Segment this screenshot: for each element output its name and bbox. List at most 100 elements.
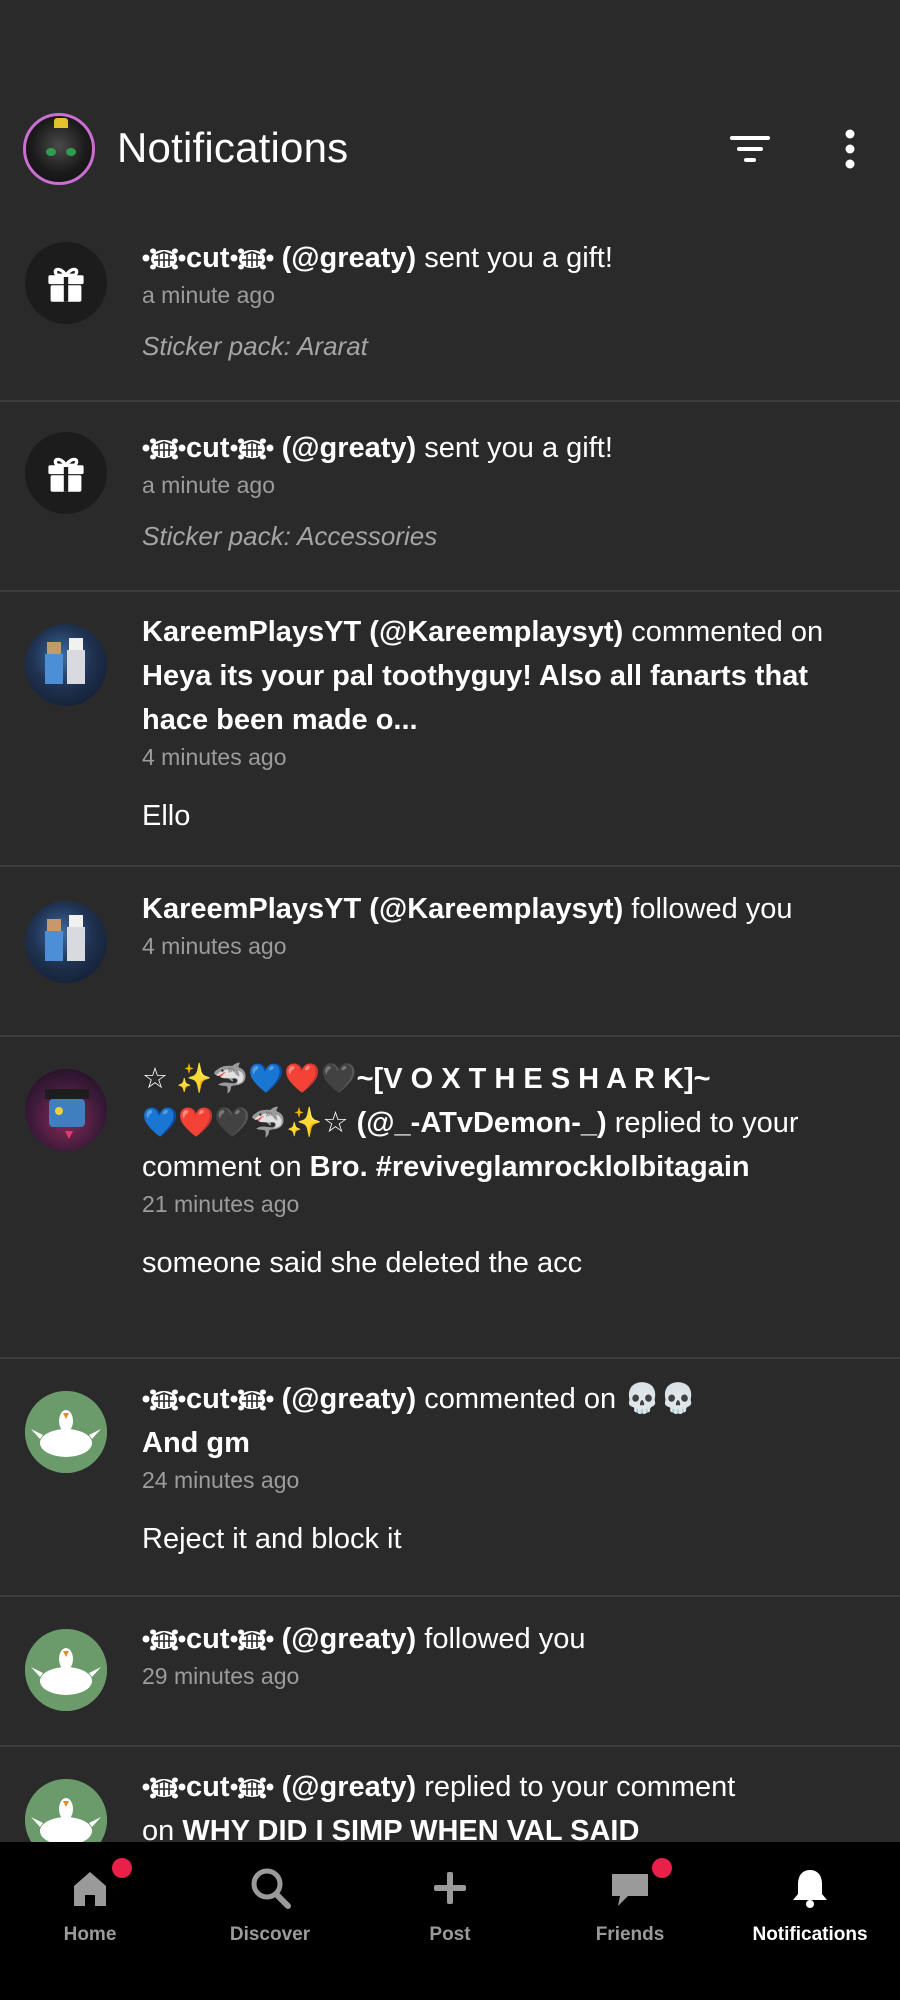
tab-post[interactable]: Post — [360, 1842, 540, 2000]
tab-label: Post — [429, 1924, 471, 1945]
tab-discover[interactable]: Discover — [180, 1842, 360, 2000]
action-text: on — [142, 1815, 175, 1842]
user-name-link[interactable]: cut — [186, 1771, 230, 1803]
notification-text: ☆ ✨🦈💙❤️🖤~[V O X T H E S H A R K]~ 💙❤️🖤🦈✨… — [142, 1057, 860, 1189]
action-text: commented on — [424, 1383, 617, 1415]
action-text: followed you — [631, 893, 793, 925]
turtle-icon — [142, 1774, 186, 1800]
filter-icon[interactable] — [728, 133, 772, 165]
user-avatar[interactable] — [25, 624, 107, 706]
user-name-link[interactable]: cut — [186, 1623, 230, 1655]
tab-label: Friends — [595, 1924, 665, 1945]
user-name-link[interactable]: KareemPlaysYT (@Kareemplaysyt) — [142, 616, 623, 648]
user-name-link[interactable]: ☆ ✨🦈💙❤️🖤~[V O X T H E S H A R K]~ — [142, 1063, 711, 1095]
user-avatar[interactable] — [25, 1629, 107, 1711]
more-options-icon[interactable] — [836, 128, 864, 170]
gift-avatar[interactable] — [25, 432, 107, 514]
comment-text: Ello — [142, 800, 191, 832]
action-text: sent you a gift! — [424, 432, 613, 464]
notification-text: KareemPlaysYT (@Kareemplaysyt) followed … — [142, 887, 860, 931]
bell-icon — [793, 1870, 827, 1908]
turtle-icon — [142, 435, 186, 461]
notification-item[interactable]: cut (@greaty) sent you a gift! a minute … — [0, 402, 900, 592]
notification-text: cut (@greaty) commented on 💀💀 And gm — [142, 1377, 860, 1465]
turtle-icon — [230, 435, 274, 461]
post-title-link[interactable]: WHY DID I SIMP WHEN VAL SAID — [182, 1815, 639, 1842]
notification-text: cut (@greaty) sent you a gift! — [142, 426, 860, 470]
tab-notifications[interactable]: Notifications — [720, 1842, 900, 2000]
gift-avatar[interactable] — [25, 242, 107, 324]
notification-badge — [112, 1858, 132, 1878]
user-handle[interactable]: (@greaty) — [282, 1383, 417, 1415]
post-title-link[interactable]: Bro. #reviveglamrocklolbitagain — [310, 1151, 750, 1183]
avatar-image — [45, 915, 85, 961]
user-avatar[interactable] — [25, 901, 107, 983]
notification-item[interactable]: KareemPlaysYT (@Kareemplaysyt) commented… — [0, 592, 900, 867]
notification-badge — [652, 1858, 672, 1878]
turtle-icon — [230, 1386, 274, 1412]
notification-text: cut (@greaty) followed you — [142, 1617, 860, 1661]
tab-label: Discover — [229, 1924, 311, 1945]
post-title-link[interactable]: Heya its your pal toothyguy! Also all fa… — [142, 660, 808, 736]
goose-avatar-image — [25, 1391, 107, 1473]
turtle-icon — [142, 1626, 186, 1652]
user-handle[interactable]: (@greaty) — [282, 1623, 417, 1655]
profile-avatar[interactable] — [23, 113, 95, 185]
chat-icon — [612, 1874, 648, 1906]
notification-item[interactable]: cut (@greaty) replied to your comment on… — [0, 1747, 900, 1842]
avatar-image — [45, 1089, 89, 1139]
tab-home[interactable]: Home — [0, 1842, 180, 2000]
tab-label: Home — [63, 1924, 117, 1945]
user-handle[interactable]: 💙❤️🖤🦈✨☆ (@_-ATvDemon-_) — [142, 1107, 607, 1139]
timestamp: 4 minutes ago — [142, 744, 287, 770]
notification-item[interactable]: cut (@greaty) sent you a gift! a minute … — [0, 212, 900, 402]
user-avatar[interactable] — [25, 1069, 107, 1151]
skull-emoji: 💀💀 — [624, 1383, 697, 1415]
user-handle[interactable]: (@greaty) — [282, 242, 417, 274]
notification-item[interactable]: cut (@greaty) followed you 29 minutes ag… — [0, 1597, 900, 1747]
turtle-icon — [230, 1774, 274, 1800]
timestamp: a minute ago — [142, 282, 275, 308]
user-handle[interactable]: (@greaty) — [282, 1771, 417, 1803]
tab-label: Notifications — [752, 1924, 868, 1945]
user-handle[interactable]: (@greaty) — [282, 432, 417, 464]
action-text: commented on — [631, 616, 824, 648]
app-header: Notifications — [0, 0, 900, 212]
user-avatar[interactable] — [25, 1391, 107, 1473]
goose-avatar-image — [25, 1629, 107, 1711]
avatar-image — [45, 638, 85, 684]
action-text: followed you — [424, 1623, 586, 1655]
timestamp: a minute ago — [142, 472, 275, 498]
bottom-tab-bar: Home Discover Post Friends Notifications — [0, 1842, 900, 2000]
turtle-icon — [142, 245, 186, 271]
timestamp: 4 minutes ago — [142, 933, 287, 959]
tab-friends[interactable]: Friends — [540, 1842, 720, 2000]
avatar-crown — [54, 118, 68, 128]
timestamp: 29 minutes ago — [142, 1663, 300, 1689]
home-icon — [74, 1872, 106, 1906]
notification-text: cut (@greaty) sent you a gift! — [142, 236, 860, 280]
user-name-link[interactable]: cut — [186, 242, 230, 274]
turtle-icon — [230, 1626, 274, 1652]
comment-text: someone said she deleted the acc — [142, 1247, 583, 1279]
notification-item[interactable]: cut (@greaty) commented on 💀💀 And gm 24 … — [0, 1359, 900, 1597]
user-avatar[interactable] — [25, 1779, 107, 1842]
notification-item[interactable]: ☆ ✨🦈💙❤️🖤~[V O X T H E S H A R K]~ 💙❤️🖤🦈✨… — [0, 1037, 900, 1359]
action-text: sent you a gift! — [424, 242, 613, 274]
comment-text: Reject it and block it — [142, 1523, 402, 1555]
notification-item[interactable]: KareemPlaysYT (@Kareemplaysyt) followed … — [0, 867, 900, 1037]
gift-detail: Sticker pack: Accessories — [142, 521, 438, 551]
user-name-link[interactable]: cut — [186, 432, 230, 464]
gift-icon — [44, 261, 88, 305]
user-name-link[interactable]: cut — [186, 1383, 230, 1415]
gift-detail: Sticker pack: Ararat — [142, 331, 368, 361]
post-title-link[interactable]: And gm — [142, 1427, 250, 1459]
user-name-link[interactable]: KareemPlaysYT (@Kareemplaysyt) — [142, 893, 623, 925]
action-text: replied to your comment — [424, 1771, 736, 1803]
timestamp: 24 minutes ago — [142, 1467, 300, 1493]
goose-avatar-image — [25, 1779, 107, 1842]
search-icon — [251, 1868, 291, 1909]
timestamp: 21 minutes ago — [142, 1191, 300, 1217]
turtle-icon — [142, 1386, 186, 1412]
notification-text: cut (@greaty) replied to your comment on… — [142, 1765, 860, 1842]
